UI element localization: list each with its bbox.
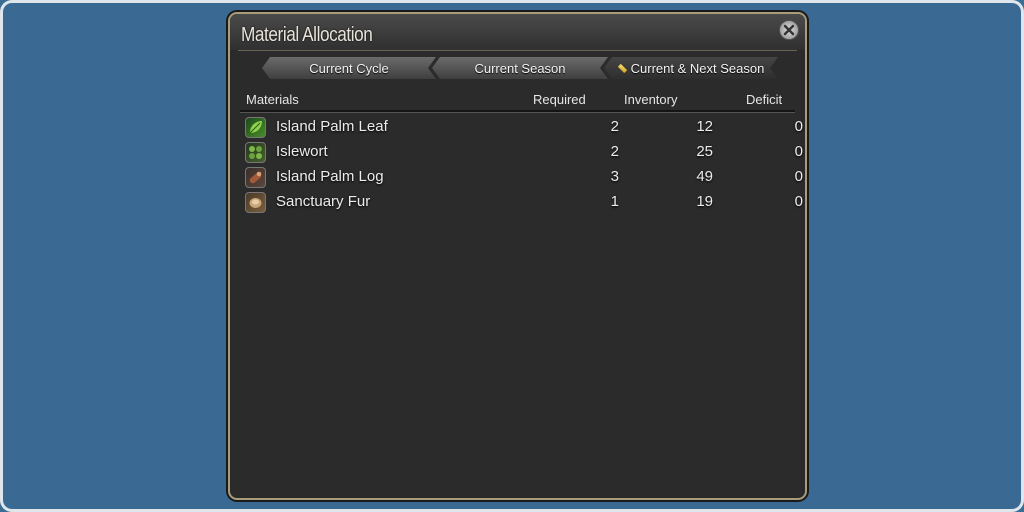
palm-leaf-icon [245,117,266,138]
tab-label: Current & Next Season [630,60,765,76]
table-row[interactable]: Island Palm Leaf 2 12 0 [242,115,803,140]
deficit-value: 0 [794,143,803,160]
fur-glyph [249,198,262,208]
window-title: Material Allocation [241,24,373,46]
inventory-value: 19 [696,193,713,210]
header-deficit: Deficit [746,92,783,107]
header-required: Required [533,92,586,107]
required-value: 2 [610,143,619,160]
tab-current-season[interactable]: Current Season [432,57,608,79]
required-value: 2 [610,118,619,135]
inventory-value: 49 [696,168,713,185]
close-icon[interactable] [779,20,799,40]
close-glyph [783,24,795,36]
title-divider [238,50,797,51]
palm-log-icon [245,167,266,188]
table-row[interactable]: Islewort 2 25 0 [242,140,803,165]
title-bar[interactable]: Material Allocation [230,14,805,50]
material-name: Island Palm Log [276,168,384,185]
header-inventory: Inventory [624,92,678,107]
log-glyph [249,171,262,184]
materials-list: Island Palm Leaf 2 12 0 Islewort 2 25 0 … [242,115,803,215]
header-materials: Materials [246,92,299,107]
tab-current-next-season[interactable]: Current & Next Season [604,57,778,79]
inventory-value: 25 [696,143,713,160]
tab-label: Current Season [474,60,566,76]
inventory-value: 12 [696,118,713,135]
tab-label: Current Cycle [309,60,389,76]
deficit-value: 0 [794,118,803,135]
deficit-value: 0 [794,193,803,210]
material-name: Island Palm Leaf [276,118,388,135]
header-divider [240,110,795,113]
material-name: Islewort [276,143,328,160]
deficit-value: 0 [794,168,803,185]
screen-frame: Material Allocation Current Cycle Curren… [0,0,1024,512]
leaf-glyph [249,121,262,134]
tab-strip: Current Cycle Current Season Current & N… [262,57,782,79]
table-header: Materials Required Inventory Deficit [246,92,796,110]
islewort-icon [245,142,266,163]
pencil-icon [618,63,627,72]
material-allocation-window: Material Allocation Current Cycle Curren… [228,12,807,500]
required-value: 1 [610,193,619,210]
fur-icon [245,192,266,213]
required-value: 3 [610,168,619,185]
table-row[interactable]: Sanctuary Fur 1 19 0 [242,190,803,215]
material-name: Sanctuary Fur [276,193,371,210]
tab-current-cycle[interactable]: Current Cycle [262,57,436,79]
herb-glyph [249,146,262,159]
table-row[interactable]: Island Palm Log 3 49 0 [242,165,803,190]
